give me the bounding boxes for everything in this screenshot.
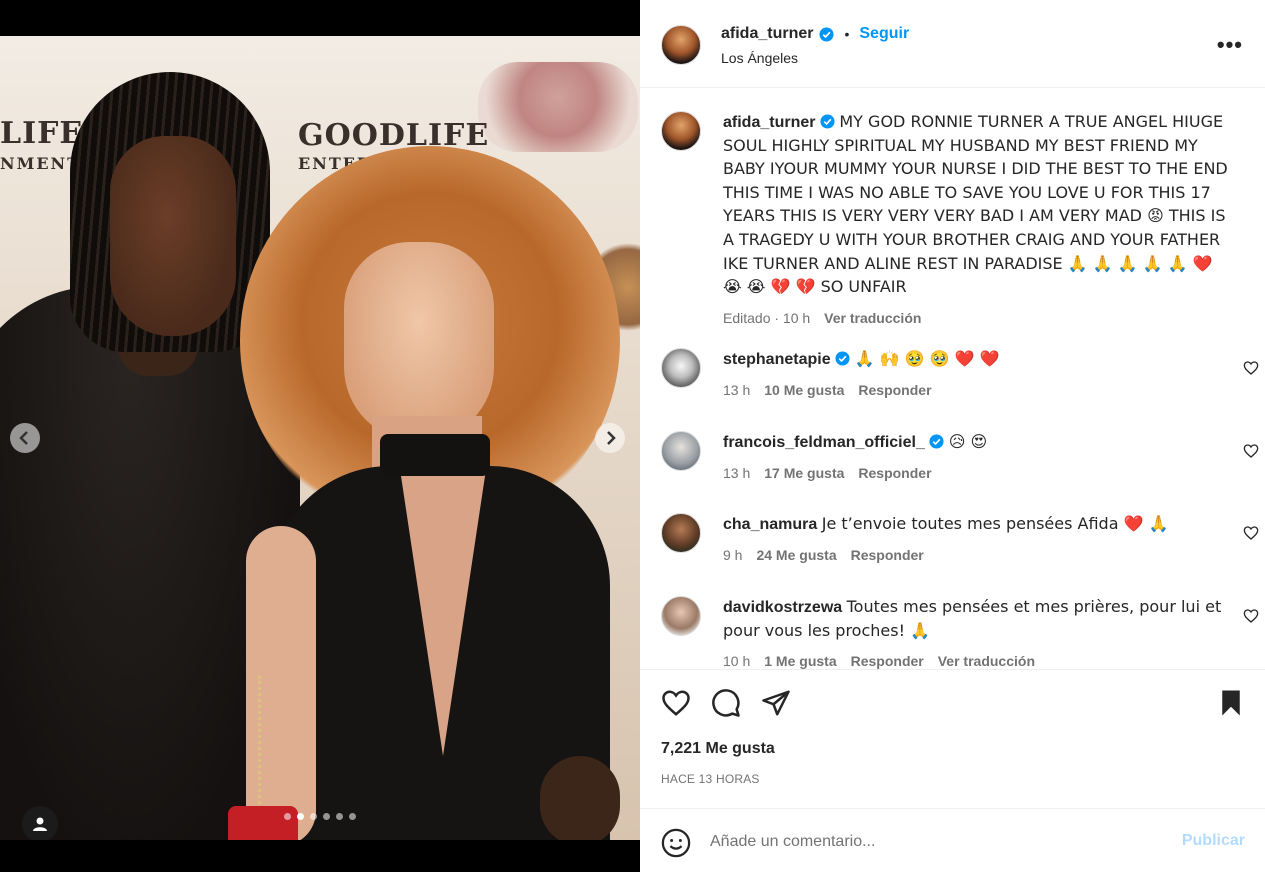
post-actions: 7,221 Me gusta HACE 13 HORAS xyxy=(640,669,1265,809)
comment-meta: 10 h 1 Me gusta Responder Ver traducción xyxy=(723,650,1233,669)
comment-likes[interactable]: 1 Me gusta xyxy=(764,650,836,669)
comment-meta: 13 h 17 Me gusta Responder xyxy=(723,462,1233,485)
author-line: afida_turner • Seguir xyxy=(721,25,909,43)
like-comment-heart-icon[interactable] xyxy=(1243,608,1259,624)
post-location[interactable]: Los Ángeles xyxy=(721,50,798,66)
wall-emblem xyxy=(478,62,638,152)
reply-button[interactable]: Responder xyxy=(851,544,924,567)
carousel-dot xyxy=(310,813,317,820)
comment-meta: 9 h 24 Me gusta Responder xyxy=(723,544,1233,567)
carousel-dot xyxy=(349,813,356,820)
caption-meta: Editado · 10 h Ver traducción xyxy=(723,307,1233,330)
reply-button[interactable]: Responder xyxy=(858,379,931,402)
verified-badge-icon xyxy=(929,434,944,449)
comment-time: 13 h xyxy=(723,381,751,398)
man-face xyxy=(110,136,236,336)
comment-bubble-icon[interactable] xyxy=(711,688,741,718)
more-options-button[interactable]: ••• xyxy=(1217,32,1243,58)
comment-likes[interactable]: 17 Me gusta xyxy=(764,462,844,485)
woman-neckline xyxy=(398,456,488,756)
commenter-avatar[interactable] xyxy=(661,596,701,636)
caption-text: MY GOD RONNIE TURNER A TRUE ANGEL HIUGE … xyxy=(723,112,1228,297)
likes-count[interactable]: 7,221 Me gusta xyxy=(661,740,775,758)
chevron-left-icon xyxy=(19,431,28,445)
share-paper-plane-icon[interactable] xyxy=(761,688,791,718)
author-avatar[interactable] xyxy=(661,25,701,65)
comments-list[interactable]: afida_turner MY GOD RONNIE TURNER A TRUE… xyxy=(640,89,1265,669)
comment-body: cha_namura Je t’envoie toutes mes pensée… xyxy=(723,513,1233,566)
comment-body: davidkostrzewa Toutes mes pensées et mes… xyxy=(723,596,1233,669)
caption-avatar[interactable] xyxy=(661,111,701,151)
carousel-prev-button[interactable] xyxy=(10,423,40,453)
emoji-smile-icon[interactable] xyxy=(661,828,691,858)
tagged-users-button[interactable] xyxy=(22,806,58,842)
reply-button[interactable]: Responder xyxy=(858,462,931,485)
translate-link[interactable]: Ver traducción xyxy=(824,307,921,330)
media-top-bar xyxy=(0,0,640,36)
comment-likes[interactable]: 24 Me gusta xyxy=(756,544,836,567)
comment-input[interactable] xyxy=(710,829,1150,855)
post-media: LIFE NMENT GOODLIFE ENTERTAINMENT xyxy=(0,0,640,872)
commenter-avatar[interactable] xyxy=(661,431,701,471)
post-side-panel: afida_turner • Seguir Los Ángeles ••• af… xyxy=(640,0,1265,872)
commenter-avatar[interactable] xyxy=(661,348,701,388)
chevron-right-icon xyxy=(607,431,616,445)
woman-arm xyxy=(246,526,316,840)
separator: • xyxy=(844,26,850,42)
commenter-username[interactable]: cha_namura xyxy=(723,516,817,533)
comment-text: 😥 😍 xyxy=(948,432,988,451)
caption-username[interactable]: afida_turner xyxy=(723,114,815,131)
commenter-username[interactable]: francois_feldman_officiel_ xyxy=(723,434,925,451)
wall-text: LIFE xyxy=(0,116,84,151)
verified-badge-icon xyxy=(820,114,835,129)
comment-time: 10 h xyxy=(723,653,751,669)
comment-body: stephanetapie 🙏 🙌 🥹 🥹 ❤️ ❤️ 13 h 10 Me g… xyxy=(723,348,1233,401)
commenter-username[interactable]: stephanetapie xyxy=(723,351,831,368)
publish-button[interactable]: Publicar xyxy=(1182,832,1245,850)
comment-likes[interactable]: 10 Me gusta xyxy=(764,379,844,402)
like-comment-heart-icon[interactable] xyxy=(1243,360,1259,376)
post-timestamp: HACE 13 HORAS xyxy=(661,772,760,786)
carousel-dot xyxy=(336,813,343,820)
man-hand xyxy=(540,756,620,840)
comment-text: Je t’envoie toutes mes pensées Afida ❤️ … xyxy=(821,514,1169,533)
comment-body: francois_feldman_officiel_ 😥 😍 13 h 17 M… xyxy=(723,431,1233,484)
commenter-username[interactable]: davidkostrzewa xyxy=(723,599,842,616)
author-username[interactable]: afida_turner xyxy=(721,25,813,43)
media-bottom-bar xyxy=(0,840,640,872)
comment-composer: Publicar xyxy=(640,808,1265,872)
like-comment-heart-icon[interactable] xyxy=(1243,525,1259,541)
verified-badge-icon xyxy=(819,26,834,42)
comment-text: 🙏 🙌 🥹 🥹 ❤️ ❤️ xyxy=(854,349,1000,368)
carousel-indicator xyxy=(284,813,356,820)
post-photo: LIFE NMENT GOODLIFE ENTERTAINMENT xyxy=(0,36,640,840)
reply-button[interactable]: Responder xyxy=(851,650,924,669)
comment-meta: 13 h 10 Me gusta Responder xyxy=(723,379,1233,402)
comment-time: 13 h xyxy=(723,464,751,481)
carousel-dot xyxy=(297,813,304,820)
verified-badge-icon xyxy=(835,351,850,366)
caption-edited: Editado · 10 h xyxy=(723,309,811,326)
red-handbag xyxy=(228,806,298,840)
woman-choker xyxy=(380,434,490,476)
commenter-avatar[interactable] xyxy=(661,513,701,553)
post-header: afida_turner • Seguir Los Ángeles ••• xyxy=(640,0,1265,88)
user-icon xyxy=(33,817,47,831)
carousel-next-button[interactable] xyxy=(595,423,625,453)
comment-time: 9 h xyxy=(723,546,743,563)
carousel-dot xyxy=(284,813,291,820)
translate-link[interactable]: Ver traducción xyxy=(938,650,1035,669)
wall-text: NMENT xyxy=(0,154,82,173)
save-bookmark-icon[interactable] xyxy=(1216,688,1246,718)
like-heart-icon[interactable] xyxy=(661,688,691,718)
woman-face xyxy=(344,242,494,442)
bag-chain xyxy=(258,676,266,816)
like-comment-heart-icon[interactable] xyxy=(1243,443,1259,459)
caption-body: afida_turner MY GOD RONNIE TURNER A TRUE… xyxy=(723,111,1233,329)
follow-button[interactable]: Seguir xyxy=(859,25,909,43)
carousel-dot xyxy=(323,813,330,820)
